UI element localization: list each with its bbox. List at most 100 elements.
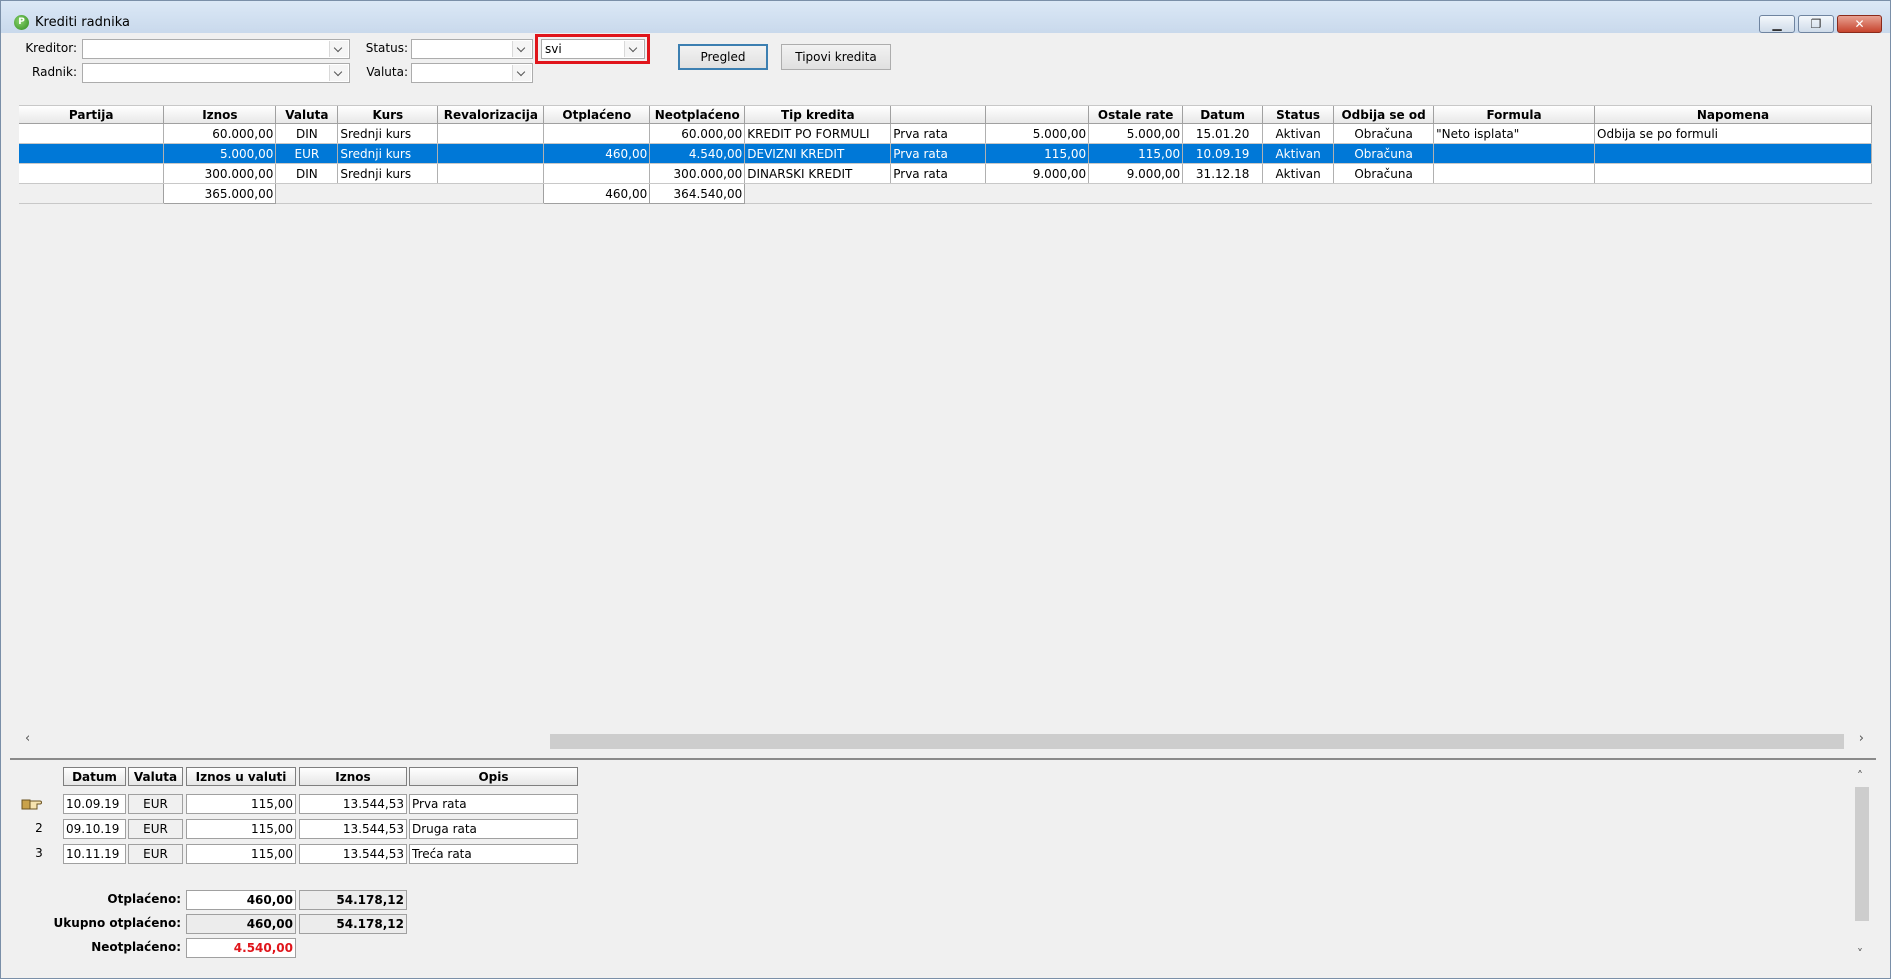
panel-splitter[interactable] [10,758,1876,760]
col-header[interactable]: Partija [19,106,165,124]
chevron-down-icon[interactable]: ˅ [1857,947,1863,961]
cell-neotplaceno[interactable]: 300.000,00 [649,163,746,184]
cell-revalorizacija[interactable] [437,123,545,144]
detail-header-iznos[interactable]: Iznos [299,767,407,786]
cell-revalorizacija[interactable] [437,163,545,184]
inst-iznos[interactable]: 13.544,53 [299,819,407,839]
cell-otplaceno[interactable]: 460,00 [543,143,651,164]
table-row[interactable]: 60.000,00 DIN Srednji kurs 60.000,00 KRE… [19,123,1872,144]
detail-header-opis[interactable]: Opis [409,767,578,786]
cell-valuta[interactable]: EUR [275,143,339,164]
detail-header-datum[interactable]: Datum [63,767,126,786]
cell-prva-rata[interactable]: 9.000,00 [985,163,1090,184]
cell-valuta[interactable]: DIN [275,163,339,184]
inst-datum[interactable]: 09.10.19 [63,819,126,839]
cell-ostale-rate[interactable]: 115,00 [1088,143,1184,164]
cell-ostale-rate[interactable]: 9.000,00 [1088,163,1184,184]
chevron-up-icon[interactable]: ˄ [1857,769,1863,783]
inst-datum[interactable]: 10.11.19 [63,844,126,864]
col-header[interactable]: Neotplaćeno [649,106,746,124]
col-header[interactable]: Iznos [163,106,277,124]
cell-rata[interactable]: Prva rata [890,143,987,164]
col-header[interactable]: Odbija se od [1333,106,1435,124]
detail-header-iznos-valuta[interactable]: Iznos u valuti [186,767,296,786]
inst-opis[interactable]: Druga rata [409,819,578,839]
inst-iznos-valuta[interactable]: 115,00 [186,844,296,864]
cell-prva-rata[interactable]: 5.000,00 [985,123,1090,144]
cell-tip-kredita[interactable]: DINARSKI KREDIT [744,163,892,184]
cell-ostale-rate[interactable]: 5.000,00 [1088,123,1184,144]
cell-datum[interactable]: 15.01.20 [1182,123,1264,144]
chevron-left-icon[interactable]: ‹ [25,731,30,746]
inst-iznos[interactable]: 13.544,53 [299,844,407,864]
cell-partija[interactable] [19,123,165,144]
kreditor-select[interactable] [82,39,350,59]
table-row[interactable]: 300.000,00 DIN Srednji kurs 300.000,00 D… [19,163,1872,184]
cell-rata[interactable]: Prva rata [890,163,987,184]
cell-iznos[interactable]: 300.000,00 [163,163,277,184]
grid-horizontal-scrollbar[interactable]: ‹ › [19,731,1872,749]
status-select[interactable] [411,39,533,59]
cell-rata[interactable]: Prva rata [890,123,987,144]
scope-select[interactable]: svi [541,39,645,59]
detail-vertical-scrollbar[interactable]: ˄ ˅ [1853,769,1871,969]
cell-odbija-se-od[interactable]: Obračuna [1333,123,1435,144]
cell-valuta[interactable]: DIN [275,123,339,144]
col-header[interactable]: Kurs [337,106,439,124]
valuta-select[interactable] [411,63,533,83]
close-button[interactable]: ✕ [1837,15,1882,33]
restore-button[interactable]: ❐ [1798,15,1834,33]
col-header[interactable]: Datum [1182,106,1264,124]
cell-status[interactable]: Aktivan [1262,163,1335,184]
inst-valuta[interactable]: EUR [128,794,183,814]
col-header[interactable]: Status [1262,106,1335,124]
inst-iznos-valuta[interactable]: 115,00 [186,794,296,814]
inst-iznos-valuta[interactable]: 115,00 [186,819,296,839]
col-header[interactable]: Ostale rate [1088,106,1184,124]
inst-opis[interactable]: Prva rata [409,794,578,814]
cell-status[interactable]: Aktivan [1262,143,1335,164]
cell-iznos[interactable]: 5.000,00 [163,143,277,164]
cell-kurs[interactable]: Srednji kurs [337,123,439,144]
cell-odbija-se-od[interactable]: Obračuna [1333,163,1435,184]
cell-kurs[interactable]: Srednji kurs [337,163,439,184]
cell-revalorizacija[interactable] [437,143,545,164]
pregled-button[interactable]: Pregled [678,44,768,70]
cell-napomena[interactable] [1594,143,1872,164]
col-header[interactable]: Formula [1433,106,1596,124]
cell-prva-rata[interactable]: 115,00 [985,143,1090,164]
chevron-right-icon[interactable]: › [1859,731,1864,746]
inst-valuta[interactable]: EUR [128,819,183,839]
cell-odbija-se-od[interactable]: Obračuna [1333,143,1435,164]
inst-iznos[interactable]: 13.544,53 [299,794,407,814]
cell-partija[interactable] [19,143,165,164]
inst-datum[interactable]: 10.09.19 [63,794,126,814]
scrollbar-thumb[interactable] [550,734,1844,749]
col-header[interactable]: Valuta [275,106,339,124]
radnik-select[interactable] [82,63,350,83]
cell-kurs[interactable]: Srednji kurs [337,143,439,164]
cell-tip-kredita[interactable]: DEVIZNI KREDIT [744,143,892,164]
cell-neotplaceno[interactable]: 60.000,00 [649,123,746,144]
col-header[interactable]: Revalorizacija [437,106,545,124]
cell-formula[interactable]: "Neto isplata" [1433,123,1596,144]
cell-status[interactable]: Aktivan [1262,123,1335,144]
table-row-selected[interactable]: 5.000,00 EUR Srednji kurs 460,00 4.540,0… [19,143,1872,164]
col-header[interactable] [890,106,987,124]
minimize-button[interactable]: ▁ [1759,15,1795,33]
detail-header-valuta[interactable]: Valuta [128,767,183,786]
col-header[interactable]: Otplaćeno [543,106,651,124]
cell-datum[interactable]: 31.12.18 [1182,163,1264,184]
cell-partija[interactable] [19,163,165,184]
cell-datum[interactable]: 10.09.19 [1182,143,1264,164]
cell-formula[interactable] [1433,163,1596,184]
tipovi-kredita-button[interactable]: Tipovi kredita [781,44,891,70]
col-header[interactable]: Napomena [1594,106,1872,124]
cell-otplaceno[interactable] [543,123,651,144]
col-header[interactable] [985,106,1090,124]
cell-neotplaceno[interactable]: 4.540,00 [649,143,746,164]
cell-napomena[interactable]: Odbija se po formuli [1594,123,1872,144]
cell-napomena[interactable] [1594,163,1872,184]
cell-otplaceno[interactable] [543,163,651,184]
cell-tip-kredita[interactable]: KREDIT PO FORMULI [744,123,892,144]
